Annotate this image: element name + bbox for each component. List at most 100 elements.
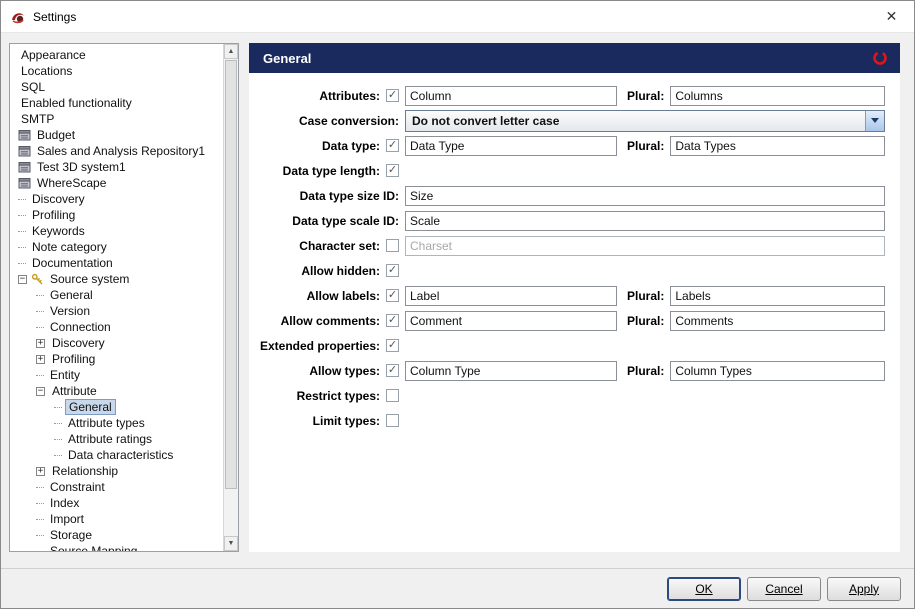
tree-connector [54, 406, 62, 408]
field-label: Data type scale ID: [292, 213, 399, 228]
allow-labels-checkbox[interactable] [386, 289, 399, 302]
app-icon [9, 8, 27, 26]
tree-item-label: WhereScape [37, 176, 107, 190]
tree-item-label: Storage [50, 528, 93, 542]
tree-item-entity[interactable]: Entity [10, 367, 223, 383]
tree-item-attribute-ratings[interactable]: Attribute ratings [10, 431, 223, 447]
form-row-allow-hidden: Allow hidden: [249, 258, 900, 283]
tree-item-label: Relationship [52, 464, 119, 478]
tree-item-relationship[interactable]: + Relationship [10, 463, 223, 479]
data-type-scale-id-input[interactable] [405, 210, 885, 231]
allow-hidden-checkbox[interactable] [386, 264, 399, 277]
field-label: Data type: [321, 138, 380, 153]
tree-item-keywords[interactable]: Keywords [10, 223, 223, 239]
close-icon[interactable]: ✕ [869, 1, 914, 33]
tree-item-label: Budget [37, 128, 76, 142]
tree-item-appearance[interactable]: Appearance [10, 47, 223, 63]
form-row-data-type-size-id: Data type size ID: [249, 183, 900, 208]
tree-item-source-system[interactable]: − Source system [10, 271, 223, 287]
scroll-thumb[interactable] [225, 60, 237, 490]
expand-toggle-icon[interactable]: + [36, 466, 45, 476]
tree-item-wherescape[interactable]: WhereScape [10, 175, 223, 191]
footer-buttons: OK Cancel Apply [1, 568, 914, 608]
tree-item-connection[interactable]: Connection [10, 319, 223, 335]
allow-comments-input[interactable] [405, 310, 617, 331]
allow-labels-input[interactable] [405, 285, 617, 306]
tree-connector [54, 454, 62, 456]
tree-item-import[interactable]: Import [10, 511, 223, 527]
tree-item-storage[interactable]: Storage [10, 527, 223, 543]
tree-item-label: General [65, 399, 116, 415]
collapse-toggle-icon[interactable]: − [36, 386, 45, 396]
tree-item-sales-and-analysis-repository1[interactable]: Sales and Analysis Repository1 [10, 143, 223, 159]
allow-comments-plural-input[interactable] [670, 310, 885, 331]
allow-types-plural-input[interactable] [670, 360, 885, 381]
extended-properties-checkbox[interactable] [386, 339, 399, 352]
ok-button[interactable]: OK [667, 576, 741, 601]
expand-toggle-icon[interactable]: + [36, 354, 45, 364]
tree-item-index[interactable]: Index [10, 495, 223, 511]
attributes-input[interactable] [405, 85, 617, 106]
tree-item-label: Discovery [32, 192, 85, 206]
allow-comments-checkbox[interactable] [386, 314, 399, 327]
scroll-track[interactable] [224, 59, 238, 536]
allow-types-checkbox[interactable] [386, 364, 399, 377]
field-label: Restrict types: [296, 388, 380, 403]
apply-button[interactable]: Apply [827, 576, 901, 601]
tree-item-test-3d-system1[interactable]: Test 3D system1 [10, 159, 223, 175]
tree-item-profiling[interactable]: + Profiling [10, 351, 223, 367]
tree-item-general[interactable]: General [10, 399, 223, 415]
tree-item-version[interactable]: Version [10, 303, 223, 319]
scroll-down-icon[interactable]: ▼ [224, 536, 238, 551]
character-set-input[interactable] [405, 235, 885, 256]
allow-types-input[interactable] [405, 360, 617, 381]
data-type-size-id-input[interactable] [405, 185, 885, 206]
tree-connector [36, 518, 44, 520]
cancel-button[interactable]: Cancel [747, 576, 821, 601]
data-type-length-checkbox[interactable] [386, 164, 399, 177]
tree-scrollbar[interactable]: ▲ ▼ [223, 44, 238, 551]
form-row-data-type-length: Data type length: [249, 158, 900, 183]
form-row-data-type: Data type: Plural: [249, 133, 900, 158]
chevron-down-icon[interactable] [865, 110, 884, 131]
tree-item-documentation[interactable]: Documentation [10, 255, 223, 271]
tree-item-label: Note category [32, 240, 107, 254]
limit-types-checkbox[interactable] [386, 414, 399, 427]
tree-item-locations[interactable]: Locations [10, 63, 223, 79]
attributes-plural-input[interactable] [670, 85, 885, 106]
tree-item-discovery[interactable]: + Discovery [10, 335, 223, 351]
tree-item-enabled-functionality[interactable]: Enabled functionality [10, 95, 223, 111]
field-label: Allow types: [309, 363, 380, 378]
restrict-types-checkbox[interactable] [386, 389, 399, 402]
tree-item-source-mapping[interactable]: Source Mapping [10, 543, 223, 551]
dialog-body: Appearance Locations SQL Enabled functional… [1, 33, 914, 568]
field-label: Allow hidden: [301, 263, 380, 278]
data-type-input[interactable] [405, 135, 617, 156]
character-set-checkbox[interactable] [386, 239, 399, 252]
tree-connector [54, 422, 62, 424]
attributes-checkbox[interactable] [386, 89, 399, 102]
section-title: General [263, 50, 312, 66]
tree-item-budget[interactable]: Budget [10, 127, 223, 143]
scroll-up-icon[interactable]: ▲ [224, 44, 238, 59]
tree-item-attribute-types[interactable]: Attribute types [10, 415, 223, 431]
tree-item-sql[interactable]: SQL [10, 79, 223, 95]
tree-item-note-category[interactable]: Note category [10, 239, 223, 255]
case-conversion-select[interactable]: Do not convert letter case [405, 109, 885, 132]
tree-item-profiling[interactable]: Profiling [10, 207, 223, 223]
tree-item-data-characteristics[interactable]: Data characteristics [10, 447, 223, 463]
tree-item-label: Appearance [21, 48, 86, 62]
data-type-plural-input[interactable] [670, 135, 885, 156]
tree-item-discovery[interactable]: Discovery [10, 191, 223, 207]
field-label: Data type length: [282, 163, 380, 178]
collapse-toggle-icon[interactable]: − [18, 274, 27, 284]
data-type-checkbox[interactable] [386, 139, 399, 152]
tree-item-label: Profiling [52, 352, 96, 366]
allow-labels-plural-input[interactable] [670, 285, 885, 306]
tree-item-constraint[interactable]: Constraint [10, 479, 223, 495]
tree-item-smtp[interactable]: SMTP [10, 111, 223, 127]
tree-item-attribute[interactable]: − Attribute [10, 383, 223, 399]
section-header: General [249, 43, 900, 73]
expand-toggle-icon[interactable]: + [36, 338, 45, 348]
tree-item-general[interactable]: General [10, 287, 223, 303]
